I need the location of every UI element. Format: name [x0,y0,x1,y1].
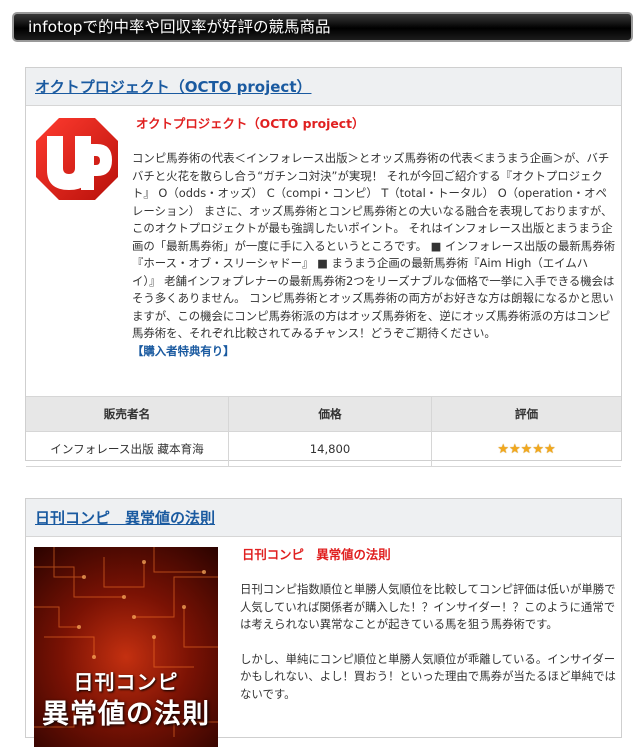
table-header-seller: 販売者名 [26,396,229,432]
product-name: 日刊コンピ 異常値の法則 [242,547,391,562]
table-header-price: 価格 [228,396,432,432]
product-title-bar: 日刊コンピ 異常値の法則 [26,499,621,537]
section-header-title: infotopで的中率や回収率が好評の競馬商品 [28,18,331,36]
rating-cell: ★★★★★ [431,431,621,467]
product-description-text: コンピ馬券術の代表＜インフォレース出版＞とオッズ馬券術の代表＜まうまう企画＞が、… [132,151,615,340]
star-rating-icon: ★★★★★ [497,441,556,457]
buyer-benefit-label: 【購入者特典有り】 [132,343,235,358]
product-description: コンピ馬券術の代表＜インフォレース出版＞とオッズ馬券術の代表＜まうまう企画＞が、… [132,150,616,360]
description-paragraph: 日刊コンピ指数順位と単勝人気順位を比較してコンピ評価は低いが単勝で人気していれば… [240,582,616,631]
product-name: オクトプロジェクト（OCTO project） [136,116,365,131]
product-title-link[interactable]: オクトプロジェクト（OCTO project） [35,78,311,96]
table-header-rating: 評価 [431,396,621,432]
table-header-row: 販売者名 価格 評価 [26,396,621,432]
cover-title-line1: 日刊コンピ [73,670,179,694]
product-cover-image[interactable]: 日刊コンピ 異常値の法則 [34,547,218,747]
section-header: infotopで的中率や回収率が好評の競馬商品 [12,12,633,42]
product-price: 14,800 [228,431,432,467]
product-description: 日刊コンピ指数順位と単勝人気順位を比較してコンピ評価は低いが単勝で人気していれば… [240,581,616,720]
seller-name: インフォレース出版 藏本育海 [26,431,229,467]
product-title-link[interactable]: 日刊コンピ 異常値の法則 [35,509,215,527]
table-row: インフォレース出版 藏本育海 14,800 ★★★★★ [26,431,621,467]
product-card: 日刊コンピ 異常値の法則 日刊コンピ 異常値の法則 日刊コンピ 異常値の法則 日… [25,498,622,747]
description-paragraph: しかし、単純にコンピ順位と単勝人気順位が乖離している。インサイダーかもしれない、… [240,651,616,701]
product-card: オクトプロジェクト（OCTO project） オクトプロジェクト（OCTO p… [25,67,622,467]
product-title-bar: オクトプロジェクト（OCTO project） [26,68,621,106]
product-info-table: 販売者名 価格 評価 インフォレース出版 藏本育海 14,800 ★★★★★ [26,396,621,467]
cover-title-line2: 異常値の法則 [42,699,210,730]
octo-project-logo[interactable] [34,116,120,202]
